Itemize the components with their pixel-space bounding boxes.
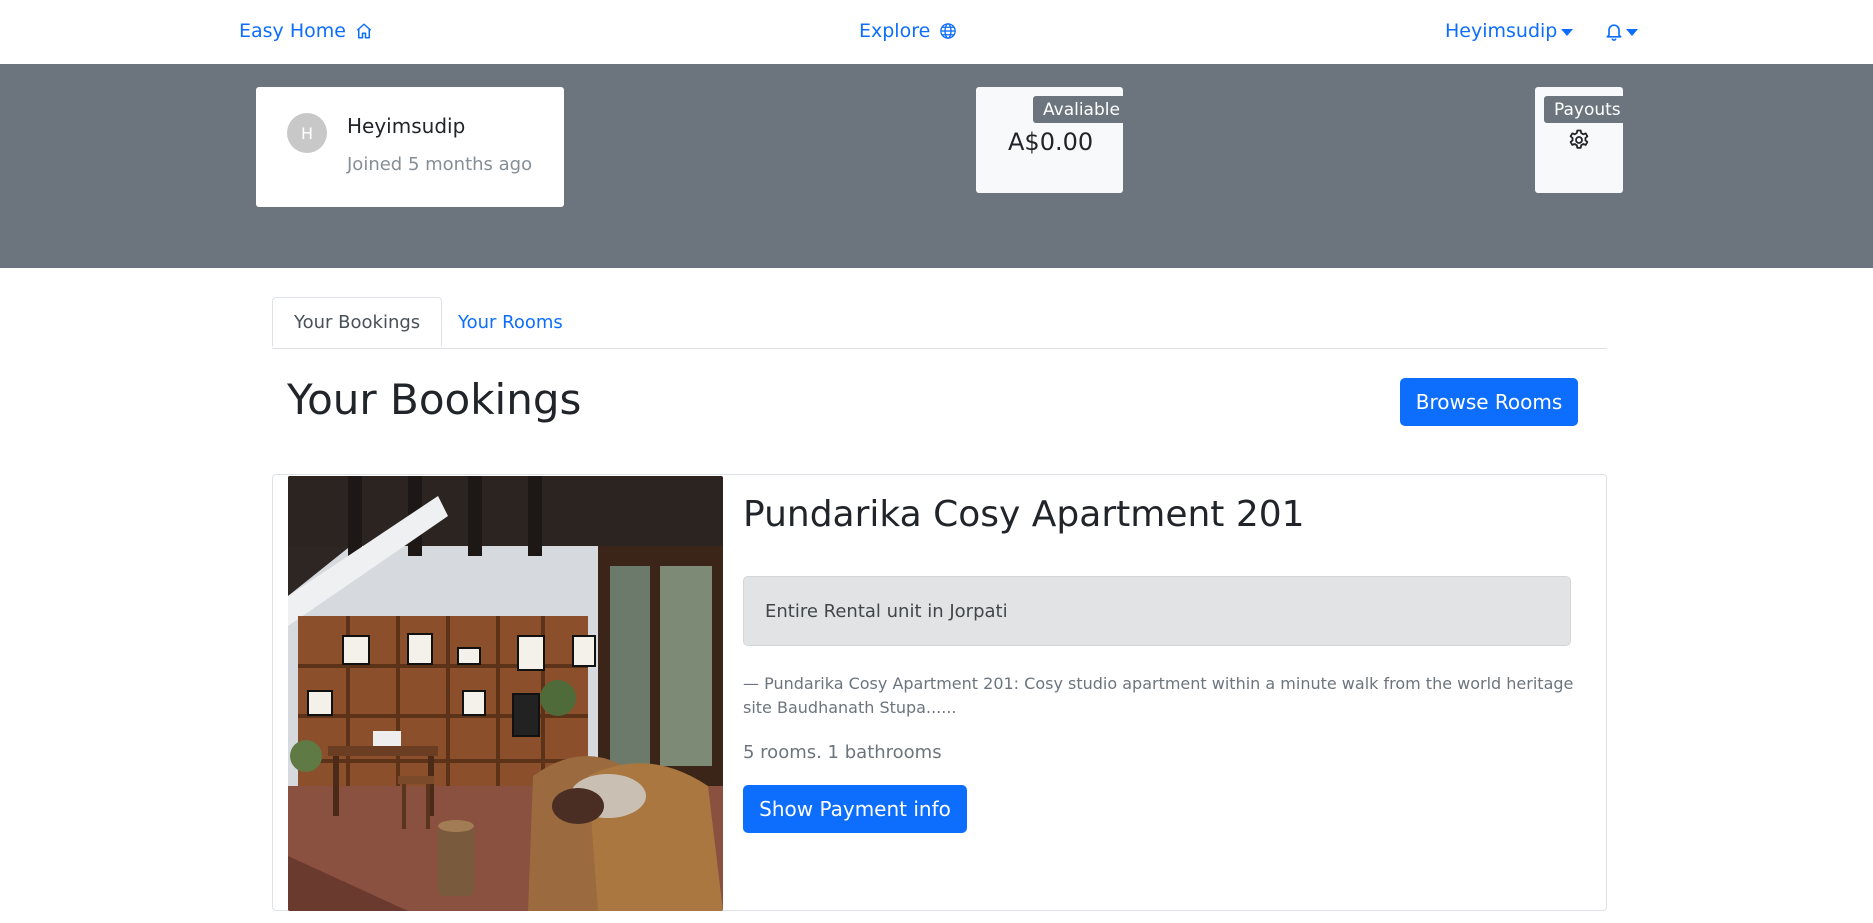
page-title: Your Bookings [287,375,582,424]
chevron-down-icon [1626,28,1638,36]
browse-rooms-button[interactable]: Browse Rooms [1400,378,1578,426]
tab-your-rooms[interactable]: Your Rooms [437,297,584,347]
notifications-dropdown[interactable] [1604,18,1638,44]
brand-link[interactable]: Easy Home [239,18,373,44]
chevron-down-icon [1561,28,1574,36]
house-icon [356,23,372,39]
globe-icon [940,23,957,39]
user-menu-dropdown[interactable]: Heyimsudip [1445,18,1574,44]
room-title: Pundarika Cosy Apartment 201 [743,494,1305,535]
tab-your-bookings[interactable]: Your Bookings [272,297,443,347]
account-summary-band: H Heyimsudip Joined 5 months ago A$0.00 [0,64,1873,268]
brand-label: Easy Home [239,20,346,42]
profile-joined-date: Joined 5 months ago [347,154,533,175]
room-photo[interactable] [288,476,723,911]
booking-card: Pundarika Cosy Apartment 201 Entire Rent… [272,474,1607,911]
booking-tabs: Your Bookings Your Rooms [272,297,1607,349]
profile-card: H Heyimsudip Joined 5 months ago [256,87,564,207]
profile-name: Heyimsudip [347,114,466,138]
explore-link[interactable]: Explore [859,18,957,44]
room-specs: 5 rooms. 1 bathrooms [743,742,942,763]
balance-amount: A$0.00 [1008,128,1094,156]
room-description: — Pundarika Cosy Apartment 201: Cosy stu… [743,674,1574,717]
room-photo-illustration [288,476,723,911]
top-navbar: Easy Home Explore Heyimsudip [0,0,1873,64]
show-payment-info-button[interactable]: Show Payment info [743,785,967,833]
avatar: H [287,113,327,153]
gear-icon[interactable] [1567,128,1591,152]
available-balance-badge: Avaliable [1033,96,1130,123]
bell-icon [1606,24,1622,41]
user-menu-label: Heyimsudip [1445,20,1558,42]
payouts-badge: Payouts [1544,96,1631,123]
room-type-alert: Entire Rental unit in Jorpati [743,576,1571,646]
explore-label: Explore [859,20,931,42]
